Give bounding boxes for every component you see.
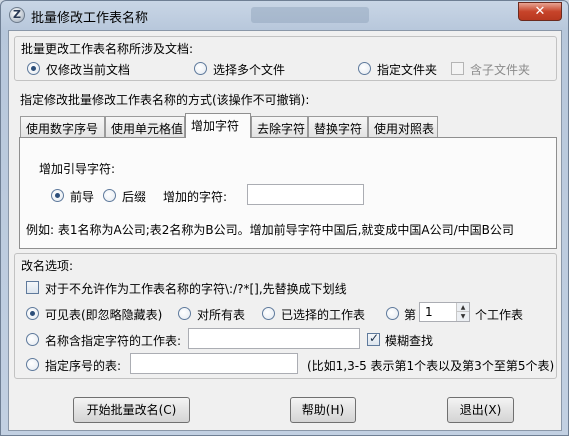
radio-folder-label[interactable]: 指定文件夹 bbox=[377, 61, 437, 78]
index-sheets-input[interactable] bbox=[130, 353, 298, 374]
radio-folder[interactable] bbox=[358, 62, 371, 75]
stepper-buttons[interactable]: ▲ ▼ bbox=[456, 303, 469, 321]
title-decoration bbox=[251, 7, 369, 23]
start-rename-button[interactable]: 开始批量改名(C) bbox=[73, 397, 190, 423]
radio-current-document[interactable] bbox=[27, 62, 40, 75]
tab-lookup-table[interactable]: 使用对照表 bbox=[368, 116, 438, 138]
tab-cell-value[interactable]: 使用单元格值 bbox=[105, 116, 185, 138]
radio-all-sheets[interactable] bbox=[178, 307, 191, 320]
radio-nth-sheet-prefix[interactable]: 第 bbox=[404, 306, 416, 323]
tab-add-characters[interactable]: 增加字符 bbox=[185, 113, 251, 138]
nth-sheet-stepper[interactable]: 1 ▲ ▼ bbox=[419, 302, 470, 322]
method-heading: 指定修改批量修改工作表名称的方式(该操作不可撤销): bbox=[20, 93, 310, 107]
radio-suffix-label[interactable]: 后缀 bbox=[122, 188, 146, 205]
radio-index-sheets[interactable] bbox=[26, 358, 39, 371]
tab-replace-characters[interactable]: 替换字符 bbox=[308, 116, 368, 138]
add-chars-input[interactable] bbox=[247, 184, 364, 205]
tab-number-sequence[interactable]: 使用数字序号 bbox=[20, 116, 105, 138]
scope-group: 批量更改工作表名称所涉及文档: 仅修改当前文档 选择多个文件 指定文件夹 含子文… bbox=[14, 36, 557, 81]
radio-name-contains[interactable] bbox=[26, 333, 39, 346]
help-button[interactable]: 帮助(H) bbox=[290, 397, 356, 423]
checkbox-replace-invalid[interactable] bbox=[26, 281, 39, 294]
tab-remove-characters[interactable]: 去除字符 bbox=[251, 116, 308, 138]
radio-nth-sheet[interactable] bbox=[386, 307, 399, 320]
checkbox-subfolders-label[interactable]: 含子文件夹 bbox=[470, 61, 530, 78]
title-bar[interactable]: Z 批量修改工作表名称 ✕ bbox=[1, 1, 568, 29]
name-contains-input[interactable] bbox=[188, 328, 360, 349]
exit-button[interactable]: 退出(X) bbox=[447, 397, 514, 423]
rename-heading: 改名选项: bbox=[21, 259, 74, 273]
radio-suffix[interactable] bbox=[103, 189, 116, 202]
dialog-window: Z 批量修改工作表名称 ✕ 批量更改工作表名称所涉及文档: 仅修改当前文档 选择… bbox=[0, 0, 569, 436]
radio-index-sheets-label[interactable]: 指定序号的表: bbox=[45, 357, 121, 374]
nth-sheet-value[interactable]: 1 bbox=[425, 305, 433, 319]
dialog-body: 批量更改工作表名称所涉及文档: 仅修改当前文档 选择多个文件 指定文件夹 含子文… bbox=[8, 30, 562, 431]
radio-visible-sheets[interactable] bbox=[26, 307, 39, 320]
checkbox-replace-invalid-label[interactable]: 对于不允许作为工作表名称的字符\:/?*[],先替换成下划线 bbox=[45, 280, 347, 297]
radio-selected-sheets[interactable] bbox=[262, 307, 275, 320]
radio-visible-sheets-label[interactable]: 可见表(即忽略隐藏表) bbox=[45, 306, 162, 323]
radio-multiple-files-label[interactable]: 选择多个文件 bbox=[213, 61, 285, 78]
rename-options-group: 改名选项: 对于不允许作为工作表名称的字符\:/?*[],先替换成下划线 可见表… bbox=[14, 253, 557, 379]
radio-nth-sheet-suffix: 个工作表 bbox=[475, 308, 524, 322]
checkbox-subfolders[interactable] bbox=[451, 62, 464, 75]
add-chars-label: 增加的字符: bbox=[163, 190, 228, 204]
add-characters-panel: 增加引导字符: 前导 后缀 增加的字符: 例如: 表1名称为A公司;表2名称为B… bbox=[19, 137, 557, 249]
radio-name-contains-label[interactable]: 名称含指定字符的工作表: bbox=[45, 332, 181, 349]
radio-selected-sheets-label[interactable]: 已选择的工作表 bbox=[281, 306, 365, 323]
index-hint-text: (比如1,3-5 表示第1个表以及第3个至第5个表) bbox=[307, 359, 555, 373]
scope-heading: 批量更改工作表名称所涉及文档: bbox=[21, 42, 194, 56]
add-example-text: 例如: 表1名称为A公司;表2名称为B公司。增加前导字符中国后,就变成中国A公司… bbox=[26, 223, 514, 237]
checkbox-fuzzy-search-label[interactable]: 模糊查找 bbox=[385, 332, 433, 349]
radio-multiple-files[interactable] bbox=[194, 62, 207, 75]
add-position-label: 增加引导字符: bbox=[39, 162, 116, 176]
app-icon: Z bbox=[9, 7, 25, 23]
window-title: 批量修改工作表名称 bbox=[31, 11, 149, 26]
radio-prefix-label[interactable]: 前导 bbox=[70, 188, 94, 205]
stepper-up-icon[interactable]: ▲ bbox=[457, 303, 469, 312]
stepper-down-icon[interactable]: ▼ bbox=[457, 312, 469, 321]
radio-prefix[interactable] bbox=[51, 189, 64, 202]
radio-current-document-label[interactable]: 仅修改当前文档 bbox=[46, 61, 130, 78]
radio-all-sheets-label[interactable]: 对所有表 bbox=[197, 306, 245, 323]
close-button[interactable]: ✕ bbox=[518, 2, 562, 21]
checkbox-fuzzy-search[interactable] bbox=[367, 331, 380, 346]
